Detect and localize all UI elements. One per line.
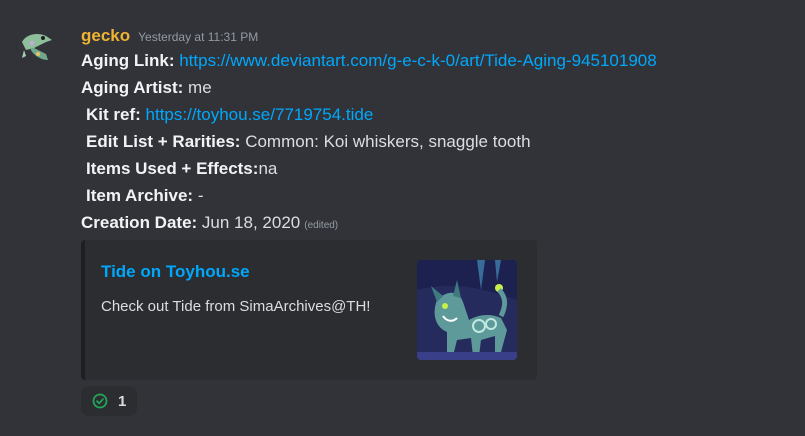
- field-label: Aging Artist:: [81, 78, 184, 97]
- chat-message: gecko Yesterday at 11:31 PM Aging Link: …: [0, 0, 805, 436]
- field-value: na: [258, 159, 278, 178]
- field-value: me: [188, 78, 212, 97]
- field-label: Creation Date:: [81, 213, 198, 232]
- embed-title[interactable]: Tide on Toyhou.se: [101, 262, 250, 282]
- field-item-archive: Item Archive: -: [86, 185, 203, 207]
- embed-description: Check out Tide from SimaArchives@TH!: [101, 298, 371, 315]
- character-thumbnail: [417, 260, 517, 360]
- field-aging-link: Aging Link: https://www.deviantart.com/g…: [81, 50, 657, 72]
- field-items-used: Items Used + Effects:na: [86, 158, 277, 180]
- reaction-count: 1: [118, 392, 127, 410]
- field-value: Jun 18, 2020: [201, 213, 301, 232]
- field-label: Item Archive:: [86, 186, 194, 205]
- field-label: Kit ref:: [86, 105, 141, 124]
- field-label: Edit List + Rarities:: [86, 132, 241, 151]
- field-aging-artist: Aging Artist: me: [81, 77, 212, 99]
- embed-thumbnail[interactable]: [417, 260, 517, 360]
- avatar[interactable]: [16, 26, 56, 66]
- field-edit-list: Edit List + Rarities: Common: Koi whiske…: [86, 131, 531, 153]
- aging-link[interactable]: https://www.deviantart.com/g-e-c-k-0/art…: [179, 51, 657, 70]
- link-embed: Tide on Toyhou.se Check out Tide from Si…: [81, 240, 537, 380]
- gecko-avatar-icon: [16, 26, 56, 66]
- message-header: gecko Yesterday at 11:31 PM: [81, 26, 258, 48]
- timestamp[interactable]: Yesterday at 11:31 PM: [138, 30, 258, 44]
- edited-tag: (edited): [304, 220, 339, 231]
- reaction-button[interactable]: 1: [81, 386, 137, 416]
- field-label: Aging Link:: [81, 51, 175, 70]
- field-label: Items Used + Effects:: [86, 159, 259, 178]
- field-value: -: [197, 186, 204, 205]
- field-creation-date: Creation Date: Jun 18, 2020 (edited): [81, 212, 338, 237]
- kit-ref-link[interactable]: https://toyhou.se/7719754.tide: [146, 105, 374, 124]
- field-kit-ref: Kit ref: https://toyhou.se/7719754.tide: [86, 104, 373, 126]
- username[interactable]: gecko: [81, 26, 130, 46]
- check-circle-icon: [92, 393, 108, 409]
- field-value: Common: Koi whiskers, snaggle tooth: [245, 132, 531, 151]
